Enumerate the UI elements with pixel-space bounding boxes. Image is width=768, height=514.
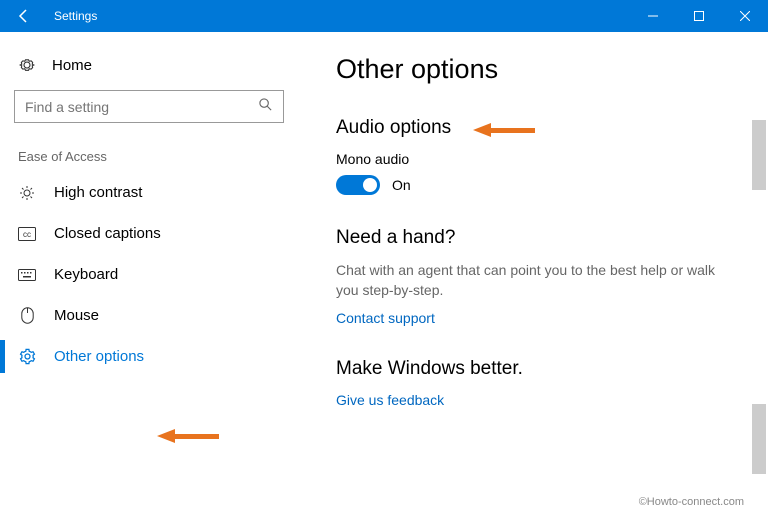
search-icon xyxy=(258,97,273,117)
arrow-shaft xyxy=(491,128,535,133)
arrow-head-icon xyxy=(473,123,491,137)
keyboard-icon xyxy=(18,269,36,281)
window-title: Settings xyxy=(48,9,630,23)
sidebar-item-other-options[interactable]: Other options xyxy=(14,336,284,377)
help-description: Chat with an agent that can point you to… xyxy=(336,261,740,300)
sidebar-item-label: Keyboard xyxy=(54,266,118,283)
category-label: Ease of Access xyxy=(14,149,284,172)
sidebar-item-keyboard[interactable]: Keyboard xyxy=(14,254,284,295)
mono-audio-label: Mono audio xyxy=(336,151,740,167)
home-nav[interactable]: Home xyxy=(14,46,284,84)
titlebar: Settings xyxy=(0,0,768,32)
close-icon xyxy=(740,11,750,21)
cc-icon: cc xyxy=(18,227,36,241)
search-box[interactable] xyxy=(14,90,284,123)
arrow-annotation xyxy=(157,429,219,443)
scroll-thumb[interactable] xyxy=(752,120,766,190)
scrollbar[interactable] xyxy=(752,120,766,474)
maximize-button[interactable] xyxy=(676,0,722,32)
mono-audio-state: On xyxy=(392,177,411,193)
sidebar-item-label: Other options xyxy=(54,348,144,365)
content-area: Home Ease of Access High contrast cc Clo… xyxy=(0,32,768,514)
window-controls xyxy=(630,0,768,32)
help-section: Need a hand? Chat with an agent that can… xyxy=(336,227,740,328)
scroll-thumb[interactable] xyxy=(752,404,766,474)
maximize-icon xyxy=(694,11,704,21)
close-button[interactable] xyxy=(722,0,768,32)
minimize-button[interactable] xyxy=(630,0,676,32)
sidebar-item-label: Closed captions xyxy=(54,225,161,242)
contact-support-link[interactable]: Contact support xyxy=(336,310,435,326)
page-title: Other options xyxy=(336,54,740,85)
svg-text:cc: cc xyxy=(23,230,31,239)
sidebar-item-label: High contrast xyxy=(54,184,142,201)
main-panel: Other options Audio options Mono audio O… xyxy=(298,32,768,514)
mono-audio-toggle[interactable] xyxy=(336,175,380,195)
mouse-icon xyxy=(18,307,36,324)
watermark: ©Howto-connect.com xyxy=(639,496,744,508)
sidebar: Home Ease of Access High contrast cc Clo… xyxy=(0,32,298,514)
search-input[interactable] xyxy=(25,99,258,115)
gear-icon xyxy=(18,56,36,74)
arrow-shaft xyxy=(175,434,219,439)
feedback-link[interactable]: Give us feedback xyxy=(336,392,444,408)
feedback-heading: Make Windows better. xyxy=(336,358,740,380)
back-button[interactable] xyxy=(0,0,48,32)
sun-icon xyxy=(18,185,36,201)
toggle-knob xyxy=(363,178,377,192)
arrow-head-icon xyxy=(157,429,175,443)
sidebar-item-closed-captions[interactable]: cc Closed captions xyxy=(14,213,284,254)
minimize-icon xyxy=(648,11,658,21)
help-heading: Need a hand? xyxy=(336,227,740,249)
audio-heading: Audio options xyxy=(336,117,740,139)
sidebar-item-high-contrast[interactable]: High contrast xyxy=(14,172,284,213)
sidebar-item-mouse[interactable]: Mouse xyxy=(14,295,284,336)
feedback-section: Make Windows better. Give us feedback xyxy=(336,358,740,410)
home-label: Home xyxy=(52,57,92,74)
arrow-annotation xyxy=(473,123,535,137)
mono-audio-row: On xyxy=(336,175,740,195)
sidebar-item-label: Mouse xyxy=(54,307,99,324)
cog-outline-icon xyxy=(18,348,36,365)
arrow-left-icon xyxy=(16,8,32,24)
